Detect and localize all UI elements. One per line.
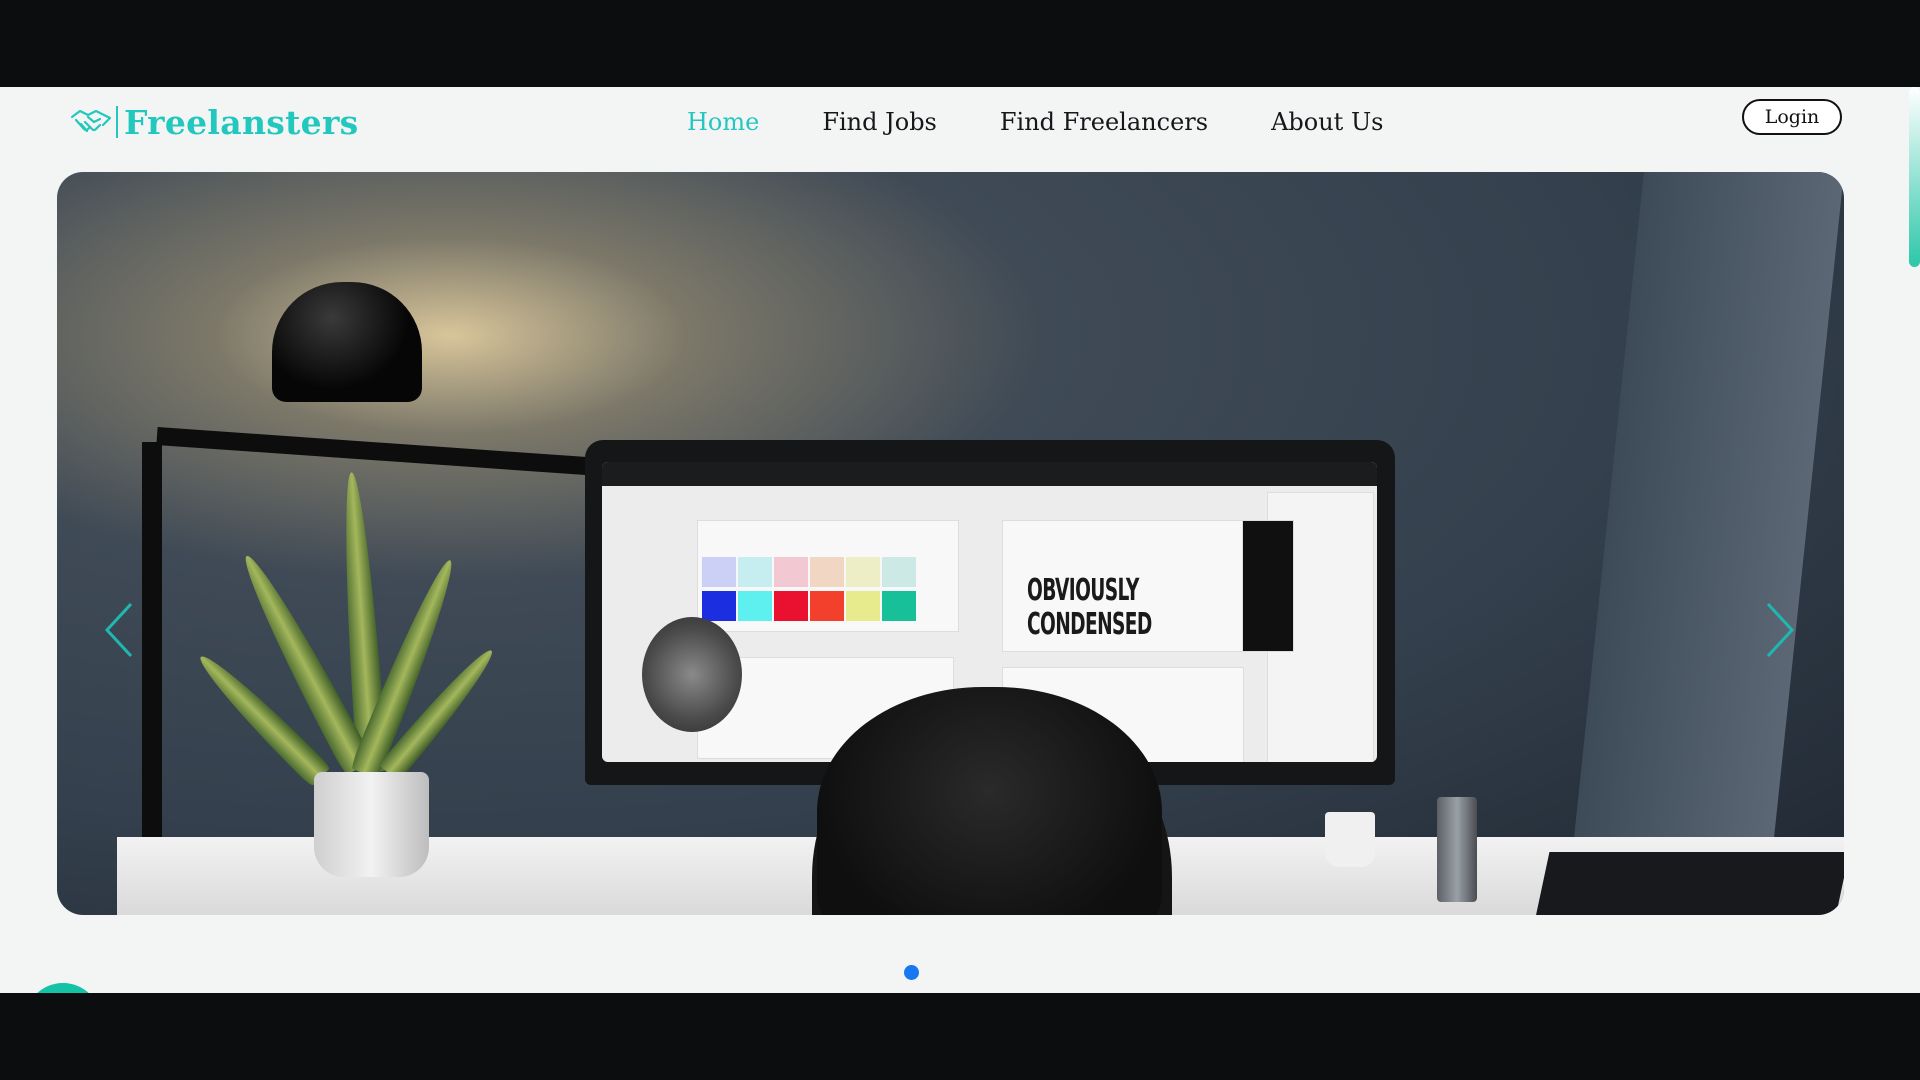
chevron-right-icon[interactable]	[1764, 602, 1796, 658]
screen-dark-panel	[1242, 520, 1294, 652]
screen-card-colors	[697, 520, 959, 632]
swatch	[774, 591, 808, 621]
swatch	[702, 591, 736, 621]
hero-image: OBVIOUSLY CONDENSED	[57, 172, 1844, 915]
nav-item-find-jobs[interactable]: Find Jobs	[822, 108, 937, 136]
page: Freelansters Home Find Jobs Find Freelan…	[0, 87, 1920, 993]
chat-button[interactable]	[25, 983, 101, 993]
microphone	[642, 617, 742, 732]
nav-item-about-us[interactable]: About Us	[1271, 108, 1383, 136]
plant-pot	[314, 772, 429, 877]
page-scrollbar-thumb[interactable]	[1909, 87, 1920, 267]
person-head	[817, 687, 1162, 915]
swatch	[738, 591, 772, 621]
carousel-dot-active[interactable]	[904, 965, 919, 980]
login-button[interactable]: Login	[1742, 99, 1842, 135]
handshake-icon	[70, 109, 112, 133]
swatch	[774, 557, 808, 587]
top-letterbox-bar	[0, 0, 1920, 87]
swatch	[810, 591, 844, 621]
logo-divider	[116, 106, 118, 138]
bottom-letterbox-bar	[0, 993, 1920, 1080]
swatch	[882, 591, 916, 621]
swatch	[882, 557, 916, 587]
desk-lamp	[272, 282, 422, 402]
swatch	[846, 557, 880, 587]
brand-name: Freelansters	[124, 102, 359, 142]
swatch	[738, 557, 772, 587]
screen-headline: OBVIOUSLY CONDENSED	[1027, 573, 1152, 642]
main-nav: Home Find Jobs Find Freelancers About Us	[687, 104, 1446, 140]
chevron-left-icon[interactable]	[103, 602, 135, 658]
screen-toolbar	[602, 462, 1377, 486]
nav-item-find-freelancers[interactable]: Find Freelancers	[1000, 108, 1208, 136]
logo[interactable]: Freelansters	[70, 102, 359, 142]
nav-item-home[interactable]: Home	[687, 108, 759, 136]
swatch	[846, 591, 880, 621]
lamp-stand	[142, 442, 162, 882]
lamp-arm	[156, 427, 627, 478]
hero-wall-shade	[1565, 172, 1844, 915]
laptop	[1534, 852, 1844, 915]
swatch	[702, 557, 736, 587]
small-plant-pot	[1325, 812, 1375, 867]
swatch	[810, 557, 844, 587]
dock-device	[1437, 797, 1477, 902]
